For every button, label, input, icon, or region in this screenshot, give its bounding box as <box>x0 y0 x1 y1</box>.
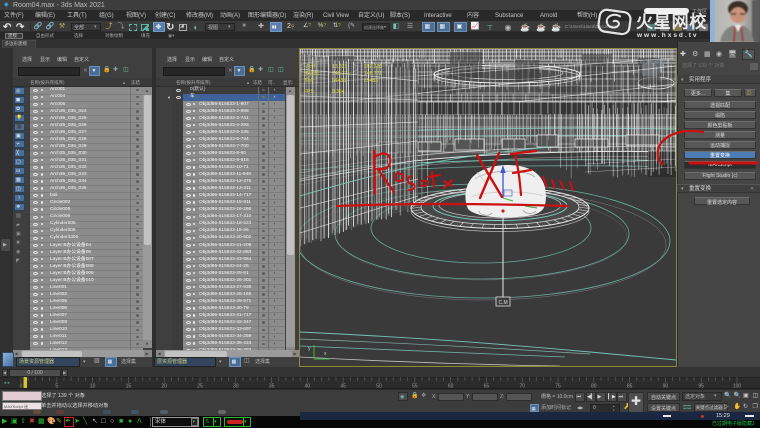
svg-text:748,771: 748,771 <box>332 71 350 77</box>
svg-text:www.hxsd.tv: www.hxsd.tv <box>636 32 699 39</box>
svg-text:C.M: C.M <box>499 300 508 306</box>
svg-text:13,321: 13,321 <box>332 64 348 70</box>
svg-text:多边形:: 多边形: <box>304 70 320 77</box>
svg-text:292,225: 292,225 <box>364 64 382 70</box>
svg-text:65483: 65483 <box>364 78 378 84</box>
svg-text:总计: 总计 <box>306 63 316 70</box>
svg-text:火星网校: 火星网校 <box>636 12 707 32</box>
svg-text:FPS:: FPS: <box>304 89 315 95</box>
svg-text:顶点:: 顶点: <box>304 78 315 84</box>
svg-text:9.364: 9.364 <box>332 89 345 95</box>
svg-text:748,771: 748,771 <box>364 71 382 77</box>
svg-text:64483: 64483 <box>332 78 346 84</box>
